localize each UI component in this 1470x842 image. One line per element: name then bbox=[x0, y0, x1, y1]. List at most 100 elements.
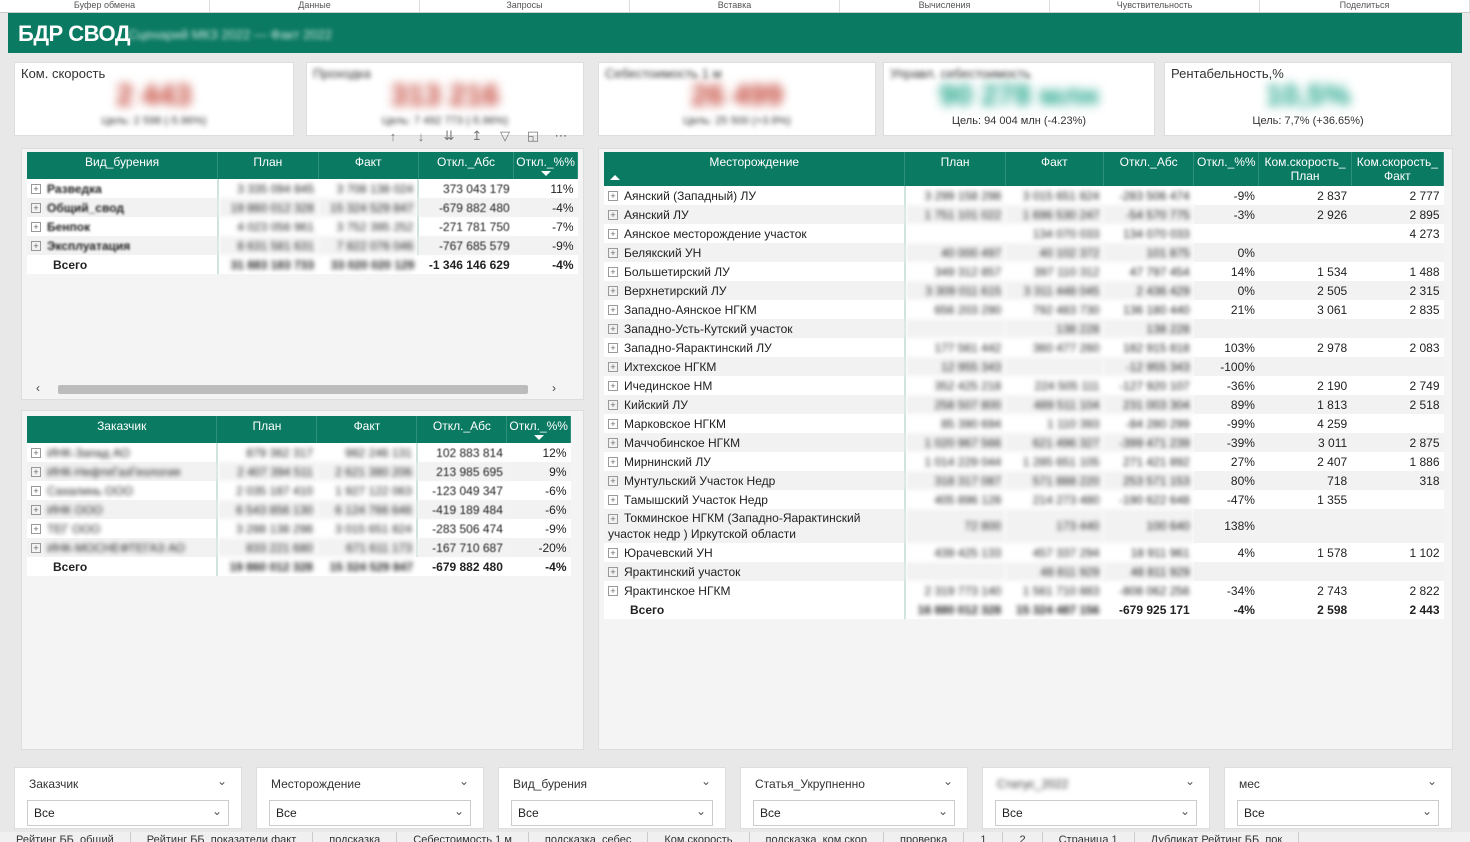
filter-icon[interactable]: ▽ bbox=[494, 128, 516, 144]
column-header[interactable]: Откл._%% bbox=[513, 152, 578, 179]
expand-plus-icon[interactable]: + bbox=[608, 229, 618, 240]
expand-plus-icon[interactable]: + bbox=[31, 486, 41, 497]
expand-plus-icon[interactable]: + bbox=[608, 548, 618, 559]
expand-plus-icon[interactable]: + bbox=[608, 457, 618, 468]
drill-icon[interactable]: ↥ bbox=[466, 128, 488, 144]
table-row[interactable]: + Белякский УН 40 000 497 40 102 372 101 875… bbox=[604, 243, 1444, 262]
kpi-card[interactable]: Управл. себестоимость 90 278 млн Цель: 94 … bbox=[883, 62, 1155, 136]
table-row[interactable]: + Аянское месторождение участок 134 070 03… bbox=[604, 224, 1444, 243]
page-tab[interactable]: подсказка_себес bbox=[529, 832, 649, 842]
chevron-down-icon[interactable]: ⌄ bbox=[696, 804, 706, 818]
slicer[interactable]: Статус_2022 ⌄ Все ⌄ bbox=[982, 767, 1210, 829]
chevron-down-icon[interactable]: ⌄ bbox=[1185, 774, 1195, 788]
page-tab[interactable]: подсказка_ком.скор bbox=[750, 832, 885, 842]
expand-plus-icon[interactable]: + bbox=[608, 362, 618, 373]
slicer[interactable]: Вид_бурения ⌄ Все ⌄ bbox=[498, 767, 726, 829]
focus-icon[interactable]: ◱ bbox=[522, 128, 544, 144]
table-row[interactable]: + Юрачевский УН 439 425 133 457 337 294 18 9… bbox=[604, 543, 1444, 562]
column-header[interactable]: План bbox=[216, 416, 318, 443]
table-row[interactable]: + ИНК-МОСНЕФТЕГАЗ АО 833 221 680 671 611 17… bbox=[27, 538, 571, 557]
column-header[interactable]: Факт bbox=[1005, 152, 1104, 186]
page-tab[interactable]: Страница 1 bbox=[1043, 832, 1135, 842]
page-tab[interactable]: 2 bbox=[1003, 832, 1043, 842]
table-row[interactable]: + Общий_свод 19 860 012 328 15 324 529 847-… bbox=[27, 198, 578, 217]
table-row[interactable]: + Ичединское НМ 352 425 218 224 505 111 -127… bbox=[604, 376, 1444, 395]
expand-plus-icon[interactable]: + bbox=[608, 495, 618, 506]
table-row[interactable]: + Ярактинский участок 48 811 929 48 811 929 bbox=[604, 562, 1444, 581]
sort-desc-icon[interactable] bbox=[533, 435, 544, 440]
page-tab[interactable]: 1 bbox=[964, 832, 1004, 842]
arrow-down-icon[interactable]: ↓ bbox=[410, 129, 432, 144]
expand-plus-icon[interactable]: + bbox=[608, 210, 618, 221]
slicer[interactable]: мес ⌄ Все ⌄ bbox=[1224, 767, 1452, 829]
chevron-down-icon[interactable]: ⌄ bbox=[943, 774, 953, 788]
expand-plus-icon[interactable]: + bbox=[31, 203, 41, 214]
scroll-left-icon[interactable]: ‹ bbox=[36, 381, 40, 395]
slicer[interactable]: Месторождение ⌄ Все ⌄ bbox=[256, 767, 484, 829]
expand-plus-icon[interactable]: + bbox=[31, 467, 41, 478]
expand-plus-icon[interactable]: + bbox=[608, 476, 618, 487]
expand-plus-icon[interactable]: + bbox=[608, 567, 618, 578]
column-header[interactable]: Откл._%% bbox=[1193, 152, 1260, 186]
expand-plus-icon[interactable]: + bbox=[608, 324, 618, 335]
expand-plus-icon[interactable]: + bbox=[31, 505, 41, 516]
expand-plus-icon[interactable]: + bbox=[608, 343, 618, 354]
table-row[interactable]: + Марковское НГКМ 85 390 694 1 110 393 -84 2… bbox=[604, 414, 1444, 433]
table-row[interactable]: + Токминское НГКМ (Западно-Яарактинский у… bbox=[604, 509, 1444, 543]
arrow-up-icon[interactable]: ↑ bbox=[382, 129, 404, 144]
expand-plus-icon[interactable]: + bbox=[608, 438, 618, 449]
table-row[interactable]: + Маччобинское НГКМ 1 020 967 566 621 496 3… bbox=[604, 433, 1444, 452]
column-header[interactable]: План bbox=[904, 152, 1006, 186]
column-header[interactable]: Откл._Абс bbox=[418, 152, 515, 179]
column-header[interactable]: План bbox=[217, 152, 319, 179]
expand-plus-icon[interactable]: + bbox=[31, 524, 41, 535]
column-header[interactable]: Откл._Абс bbox=[1103, 152, 1195, 186]
slicer-dropdown[interactable]: Все ⌄ bbox=[511, 800, 713, 826]
table-row[interactable]: + Мунтульский Участок Недр 318 317 087 571 … bbox=[604, 471, 1444, 490]
chevron-down-icon[interactable]: ⌄ bbox=[1427, 774, 1437, 788]
expand-plus-icon[interactable]: + bbox=[608, 586, 618, 597]
table-row[interactable]: + Сахалинь ООО 2 035 187 410 1 927 122 063-… bbox=[27, 481, 571, 500]
table-row[interactable]: + Западно-Усть-Кутский участок 138 228 138 … bbox=[604, 319, 1444, 338]
slicer[interactable]: Заказчик ⌄ Все ⌄ bbox=[14, 767, 242, 829]
table-row[interactable]: + Верхнетирский ЛУ 3 309 011 615 3 311 448 … bbox=[604, 281, 1444, 300]
chevron-down-icon[interactable]: ⌄ bbox=[459, 774, 469, 788]
slicer-dropdown[interactable]: Все ⌄ bbox=[27, 800, 229, 826]
more-icon[interactable]: ⋯ bbox=[550, 128, 572, 144]
expand-plus-icon[interactable]: + bbox=[608, 419, 618, 430]
expand-plus-icon[interactable]: + bbox=[608, 248, 618, 259]
table-row[interactable]: + Западно-Аянское НГКМ 656 203 290 792 483 … bbox=[604, 300, 1444, 319]
table-row[interactable]: + Кийский ЛУ 258 507 800 489 511 104 231 003… bbox=[604, 395, 1444, 414]
expand-icon[interactable]: ⇊ bbox=[438, 128, 460, 144]
table-row[interactable]: + ИНК ООО 6 543 856 130 6 124 766 646 -419 1… bbox=[27, 500, 571, 519]
table-row[interactable]: + Ихтехское НГКМ 12 955 343 -12 955 343 -100… bbox=[604, 357, 1444, 376]
chevron-down-icon[interactable]: ⌄ bbox=[454, 804, 464, 818]
chevron-down-icon[interactable]: ⌄ bbox=[938, 804, 948, 818]
page-tab[interactable]: подсказка bbox=[313, 832, 398, 842]
column-header[interactable]: Месторождение bbox=[604, 152, 906, 186]
chevron-down-icon[interactable]: ⌄ bbox=[1180, 804, 1190, 818]
table-row[interactable]: + Разведка 3 335 094 845 3 708 138 024 373 0… bbox=[27, 179, 578, 198]
table-row[interactable]: + Тамышский Участок Недр 405 896 128 214 27… bbox=[604, 490, 1444, 509]
column-header[interactable]: Факт bbox=[316, 416, 418, 443]
table-row[interactable]: + Мирнинский ЛУ 1 014 229 044 1 285 651 105… bbox=[604, 452, 1444, 471]
scroll-thumb[interactable] bbox=[58, 385, 528, 394]
table-row[interactable]: + ТЕГ ООО 3 288 138 298 3 015 651 824 -283 5… bbox=[27, 519, 571, 538]
expand-plus-icon[interactable]: + bbox=[31, 222, 41, 233]
column-header[interactable]: Ком.скорость_ Факт bbox=[1351, 152, 1445, 186]
page-tab[interactable]: Рейтинг ББ_показатели факт bbox=[131, 832, 314, 842]
column-header[interactable]: Факт bbox=[318, 152, 419, 179]
column-header[interactable]: Заказчик bbox=[27, 416, 218, 443]
page-tab[interactable]: Рейтинг ББ_общий bbox=[0, 832, 131, 842]
table-row[interactable]: + ИНК-Запад АО 879 362 317 982 246 131 102 8… bbox=[27, 443, 571, 462]
expand-plus-icon[interactable]: + bbox=[31, 448, 41, 459]
expand-plus-icon[interactable]: + bbox=[31, 543, 41, 554]
expand-plus-icon[interactable]: + bbox=[608, 286, 618, 297]
table-row[interactable]: + Эксплуатация 8 631 581 631 7 822 076 046-… bbox=[27, 236, 578, 255]
kpi-card[interactable]: Рентабельность,% 10,5% Цель: 7,7% (+36.65%… bbox=[1164, 62, 1452, 136]
page-tab[interactable]: Дубликат Рейтинг ББ_пок bbox=[1135, 832, 1300, 842]
column-header[interactable]: Откл._%% bbox=[506, 416, 571, 443]
expand-plus-icon[interactable]: + bbox=[608, 267, 618, 278]
slicer-dropdown[interactable]: Все ⌄ bbox=[995, 800, 1197, 826]
kpi-card[interactable]: Ком. скорость 2 443 Цель: 2 598 (-5.96%) bbox=[14, 62, 294, 136]
